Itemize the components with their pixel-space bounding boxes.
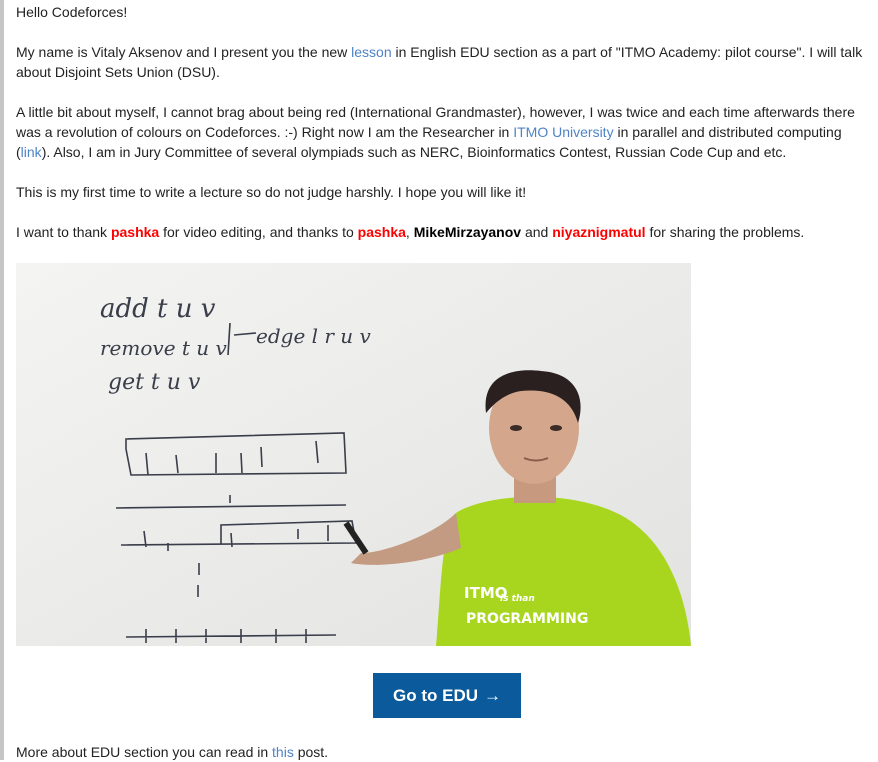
post-left-border (0, 0, 4, 760)
board-line-add: add t u v (100, 294, 216, 324)
user-link-niyaznigmatul[interactable]: niyaznigmatul (552, 224, 645, 240)
intro-text-1: My name is Vitaly Aksenov and I present … (16, 44, 352, 60)
first-time-paragraph: This is my first time to write a lecture… (16, 182, 526, 202)
go-to-edu-button[interactable]: Go to EDU → (373, 673, 521, 718)
research-link[interactable]: link (21, 144, 42, 160)
user-link-pashka[interactable]: pashka (111, 224, 159, 240)
go-to-edu-label: Go to EDU (393, 685, 478, 705)
tshirt-is-than: is than (500, 594, 535, 604)
thanks-text-2: for video editing, and thanks to (159, 224, 358, 240)
thanks-text-1: I want to thank (16, 224, 111, 240)
board-line-edge: edge l r u v (256, 324, 372, 348)
about-paragraph: A little bit about myself, I cannot brag… (16, 102, 878, 162)
first-time-text: This is my first time to write a lecture… (16, 184, 527, 200)
lecture-video-thumbnail[interactable]: add t u v remove t u v get t u v edge l … (16, 263, 691, 646)
more-text-2: post. (293, 744, 329, 760)
arrow-right-icon: → (484, 685, 501, 705)
thanks-paragraph: I want to thank pashka for video editing… (16, 222, 804, 242)
itmo-university-link[interactable]: ITMO University (513, 124, 613, 140)
thanks-text-5: for sharing the problems. (645, 224, 805, 240)
board-line-remove: remove t u v (100, 336, 228, 360)
thanks-text-3: , (405, 224, 414, 240)
lesson-link[interactable]: lesson (351, 44, 391, 60)
whiteboard-lecture-image: add t u v remove t u v get t u v edge l … (16, 263, 691, 646)
this-post-link[interactable]: this (272, 744, 294, 760)
more-text-1: More about EDU section you can read in (16, 744, 273, 760)
tshirt-programming: PROGRAMMING (466, 611, 588, 627)
user-link-pashka-2[interactable]: pashka (358, 224, 406, 240)
greeting-paragraph: Hello Codeforces! (16, 2, 127, 22)
board-line-get: get t u v (108, 370, 201, 395)
more-info-paragraph: More about EDU section you can read in t… (16, 742, 328, 762)
user-link-mikemirzayanov[interactable]: MikeMirzayanov (414, 224, 521, 240)
thanks-text-4: and (521, 224, 553, 240)
about-text-3: ). Also, I am in Jury Committee of sever… (41, 144, 787, 160)
greeting-text: Hello Codeforces! (16, 4, 128, 20)
intro-paragraph: My name is Vitaly Aksenov and I present … (16, 42, 874, 82)
